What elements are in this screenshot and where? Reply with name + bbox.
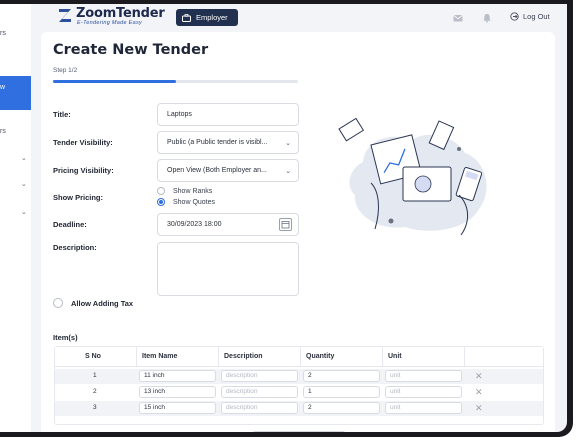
quantity-input[interactable]: 2 [303,370,380,382]
row-sno: 2 [93,388,97,395]
tender-visibility-label: Tender Visibility: [53,138,113,147]
deadline-label: Deadline: [53,220,87,229]
page-title: Create New Tender [53,42,209,58]
step-progress-fill [53,80,176,83]
unit-input[interactable]: unit [385,370,462,382]
allow-adding-tax-toggle[interactable]: Allow Adding Tax [53,298,133,308]
description-input[interactable]: description [221,402,298,414]
unit-input[interactable]: unit [385,386,462,398]
title-label: Title: [53,110,71,119]
show-ranks-radio[interactable]: Show Ranks [157,187,212,195]
description-input[interactable]: description [221,370,298,382]
chevron-down-icon[interactable]: ⌄ [21,154,27,162]
delete-row-icon[interactable]: ✕ [475,370,483,382]
allow-adding-tax-label: Allow Adding Tax [71,298,134,308]
column-header-quantity: Quantity [306,353,335,360]
column-header-unit: Unit [388,353,402,360]
step-indicator: Step 1/2 [53,67,78,74]
table-row: 1 11 inch description 2 unit ✕ [55,369,543,384]
sidebar: rs w rs ⌄ ⌄ ⌄ [0,4,31,432]
create-tender-card: Create New Tender Step 1/2 Title: Laptop… [41,32,555,432]
chevron-down-icon: ⌄ [285,140,291,147]
deadline-value: 30/09/2023 18:00 [167,221,222,228]
logo-tagline: E-Tendering Made Easy [77,20,143,26]
step-progress-bar [53,80,298,83]
tender-visibility-value: Public (a Public tender is visibl... [167,139,268,146]
sidebar-item-label: rs [0,30,6,37]
show-ranks-label: Show Ranks [173,187,213,195]
quantity-input[interactable]: 1 [303,386,380,398]
items-table: S No Item Name Description Quantity Unit… [54,346,544,425]
item-name-input[interactable]: 11 inch [139,370,216,382]
column-header-sno: S No [85,353,101,360]
description-textarea[interactable] [157,242,299,296]
pricing-visibility-select[interactable]: Open View (Both Employer an... ⌄ [157,159,299,182]
sidebar-item-create-tender[interactable]: w [0,76,31,110]
sidebar-item-label: rs [0,128,6,135]
logout-label: Log Out [523,12,550,21]
table-row: 3 15 inch description 2 unit ✕ [55,401,543,416]
briefcase-icon [182,13,191,22]
chevron-down-icon[interactable]: ⌄ [21,208,27,216]
logo-mark-icon [59,9,71,22]
table-row: 2 13 inch description 1 unit ✕ [55,385,543,400]
role-switch-button[interactable]: Employer [176,9,238,26]
column-divider [218,347,219,367]
bell-icon[interactable] [482,13,492,23]
quantity-input[interactable]: 2 [303,402,380,414]
show-pricing-label: Show Pricing: [53,193,104,202]
row-sno: 3 [93,404,97,411]
role-label: Employer [196,13,228,22]
top-header: ZoomTender E-Tendering Made Easy Employe… [31,4,567,32]
show-quotes-label: Show Quotes [173,198,216,206]
title-input-value: Laptops [167,111,192,118]
app-window: rs w rs ⌄ ⌄ ⌄ ZoomTender E-Tendering Mad… [0,4,567,432]
items-table-header: S No Item Name Description Quantity Unit [55,347,543,367]
chevron-down-icon[interactable]: ⌄ [21,180,27,188]
chevron-down-icon: ⌄ [285,168,291,175]
column-header-item-name: Item Name [142,353,178,360]
tender-visibility-select[interactable]: Public (a Public tender is visibl... ⌄ [157,131,299,154]
title-input[interactable]: Laptops [157,103,299,126]
horizontal-scrollbar[interactable] [253,431,345,432]
sidebar-item-label: w [0,84,6,91]
show-quotes-radio[interactable]: Show Quotes [157,198,215,206]
column-divider [136,347,137,367]
column-divider [382,347,383,367]
item-name-input[interactable]: 13 inch [139,386,216,398]
items-section-label: Item(s) [53,333,78,342]
pricing-visibility-value: Open View (Both Employer an... [167,167,267,174]
row-sno: 1 [93,372,97,379]
column-divider [300,347,301,367]
radio-button-selected[interactable] [157,198,165,206]
item-name-input[interactable]: 15 inch [139,402,216,414]
logo-name: ZoomTender [76,6,165,21]
pricing-visibility-label: Pricing Visibility: [53,166,114,175]
mail-icon[interactable] [453,13,463,23]
deadline-input[interactable]: 30/09/2023 18:00 [157,213,299,236]
column-divider [464,347,465,367]
radio-button[interactable] [157,187,165,195]
column-header-description: Description [224,353,263,360]
logout-icon [510,12,519,21]
description-input[interactable]: description [221,386,298,398]
calendar-icon[interactable] [279,218,292,231]
tender-illustration [338,117,487,236]
unit-input[interactable]: unit [385,402,462,414]
description-label: Description: [53,243,97,252]
delete-row-icon[interactable]: ✕ [475,386,483,398]
delete-row-icon[interactable]: ✕ [475,402,483,414]
radio-button[interactable] [53,298,63,308]
logout-button[interactable]: Log Out [510,12,550,21]
